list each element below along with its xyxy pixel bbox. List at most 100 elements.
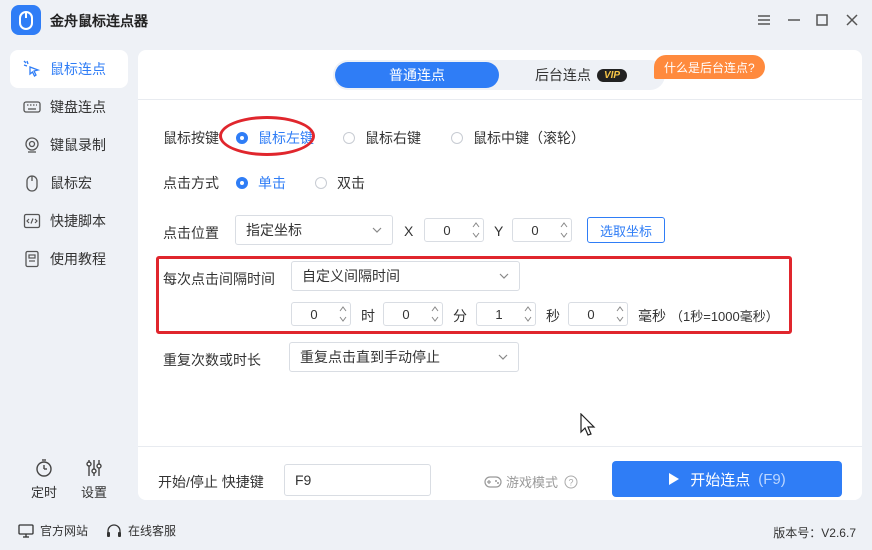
spin-up-icon — [430, 304, 440, 314]
interval-note: （1秒=1000毫秒） — [670, 309, 779, 324]
sidebar-item-keyboard-click[interactable]: 键盘连点 — [10, 88, 128, 126]
sidebar-item-label: 鼠标连点 — [50, 61, 106, 77]
chevron-down-icon — [498, 354, 508, 360]
start-click-button[interactable]: 开始连点 (F9) — [612, 461, 842, 497]
annotation-oval — [219, 116, 315, 156]
mouse-button-label: 鼠标按键 — [163, 130, 219, 146]
tutorial-icon — [22, 249, 42, 269]
timer-label: 定时 — [30, 485, 57, 500]
hours-input[interactable]: 0 — [291, 302, 351, 326]
spin-up-icon — [338, 304, 348, 314]
sidebar-item-mouse-macro[interactable]: 鼠标宏 — [10, 164, 128, 202]
main-panel: 普通连点 后台连点 VIP 什么是后台连点? 鼠标按键 鼠标左键 鼠标右键 鼠标… — [138, 50, 862, 500]
minutes-input[interactable]: 0 — [383, 302, 443, 326]
seconds-input[interactable]: 1 — [476, 302, 536, 326]
seconds-unit: 秒 — [546, 308, 560, 324]
spin-up-icon — [523, 304, 533, 314]
keyboard-icon — [22, 97, 42, 117]
game-mode-toggle[interactable]: 游戏模式 ? — [484, 472, 578, 491]
radio-double-click[interactable]: 双击 — [315, 173, 365, 193]
spin-down-icon — [430, 314, 440, 324]
settings-icon — [84, 458, 104, 478]
tab-background-click[interactable]: 后台连点 VIP — [499, 62, 663, 88]
sidebar-item-label: 快捷脚本 — [50, 213, 106, 229]
click-type-label: 点击方式 — [163, 175, 219, 191]
radio-dot — [315, 177, 327, 189]
radio-dot — [451, 132, 463, 144]
position-label: 点击位置 — [163, 225, 219, 241]
spin-up-icon — [559, 220, 569, 230]
chevron-down-icon — [499, 273, 509, 279]
hotkey-input[interactable]: F9 — [284, 464, 431, 496]
close-icon[interactable] — [840, 8, 864, 32]
hours-unit: 时 — [361, 308, 375, 324]
sidebar-item-record[interactable]: 键鼠录制 — [10, 126, 128, 164]
record-icon — [22, 135, 42, 155]
milliseconds-unit: 毫秒 — [638, 308, 666, 324]
y-label: Y — [494, 223, 504, 239]
footer-bar: 开始/停止 快捷键 F9 游戏模式 ? 开始连点 (F9) — [138, 446, 862, 500]
vip-badge: VIP — [596, 68, 628, 82]
repeat-label: 重复次数或时长 — [163, 352, 261, 368]
status-bar: 官方网站 在线客服 版本号：V2.6.7 — [0, 510, 872, 550]
pick-coordinate-button[interactable]: 选取坐标 — [587, 217, 665, 243]
x-label: X — [404, 223, 414, 239]
radio-single-click[interactable]: 单击 — [236, 173, 286, 193]
radio-middle-button[interactable]: 鼠标中键（滚轮） — [451, 128, 585, 148]
app-title: 金舟鼠标连点器 — [50, 13, 148, 29]
spin-down-icon — [523, 314, 533, 324]
sidebar-item-script[interactable]: 快捷脚本 — [10, 202, 128, 240]
y-coordinate-input[interactable]: 0 — [512, 218, 572, 242]
radio-dot — [236, 177, 248, 189]
menu-icon[interactable] — [752, 8, 776, 32]
sidebar-item-tutorial[interactable]: 使用教程 — [10, 240, 128, 278]
mouse-click-icon — [22, 59, 42, 79]
help-icon: ? — [564, 475, 578, 488]
spin-down-icon — [559, 230, 569, 240]
x-coordinate-input[interactable]: 0 — [424, 218, 484, 242]
minutes-unit: 分 — [453, 308, 467, 324]
sidebar-item-label: 键鼠录制 — [50, 137, 106, 153]
mouse-icon — [22, 173, 42, 193]
headset-icon — [107, 523, 121, 537]
spin-up-icon — [471, 220, 481, 230]
chevron-down-icon — [372, 227, 382, 233]
version-label: 版本号：V2.6.7 — [773, 526, 856, 540]
online-service-link[interactable]: 在线客服 — [106, 522, 176, 539]
repeat-mode-select[interactable]: 重复点击直到手动停止 — [289, 342, 519, 372]
milliseconds-input[interactable]: 0 — [568, 302, 628, 326]
gamepad-icon — [484, 475, 502, 488]
position-mode-select[interactable]: 指定坐标 — [235, 215, 393, 245]
settings-label: 设置 — [80, 485, 107, 500]
official-website-link[interactable]: 官方网站 — [18, 522, 88, 539]
interval-mode-select[interactable]: 自定义间隔时间 — [291, 261, 520, 291]
sidebar: 鼠标连点 键盘连点 键鼠录制 鼠标宏 快捷脚本 使用教程 定时 设置 — [0, 40, 136, 510]
maximize-icon[interactable] — [810, 8, 834, 32]
radio-dot — [343, 132, 355, 144]
timer-icon — [34, 458, 54, 478]
spin-down-icon — [338, 314, 348, 324]
app-logo-icon — [11, 5, 41, 35]
mouse-cursor-icon — [580, 413, 596, 436]
monitor-icon — [18, 523, 34, 538]
tab-normal-click[interactable]: 普通连点 — [335, 62, 499, 88]
timer-button[interactable]: 定时 — [24, 458, 64, 502]
minimize-icon[interactable] — [782, 8, 806, 32]
settings-button[interactable]: 设置 — [74, 458, 114, 502]
sidebar-item-label: 鼠标宏 — [50, 175, 92, 191]
interval-label: 每次点击间隔时间 — [163, 271, 275, 287]
sidebar-item-label: 键盘连点 — [50, 99, 106, 115]
title-bar: 金舟鼠标连点器 — [0, 0, 872, 40]
spin-down-icon — [471, 230, 481, 240]
spin-down-icon — [615, 314, 625, 324]
sidebar-item-label: 使用教程 — [50, 251, 106, 267]
mode-tabs: 普通连点 后台连点 VIP — [333, 60, 665, 90]
svg-text:?: ? — [569, 477, 574, 487]
sidebar-item-mouse-click[interactable]: 鼠标连点 — [10, 50, 128, 88]
script-icon — [22, 211, 42, 231]
divider — [138, 99, 862, 100]
radio-right-button[interactable]: 鼠标右键 — [343, 128, 421, 148]
hotkey-label: 开始/停止 快捷键 — [158, 474, 264, 490]
background-help-bubble[interactable]: 什么是后台连点? — [654, 55, 765, 79]
play-icon — [669, 473, 680, 485]
